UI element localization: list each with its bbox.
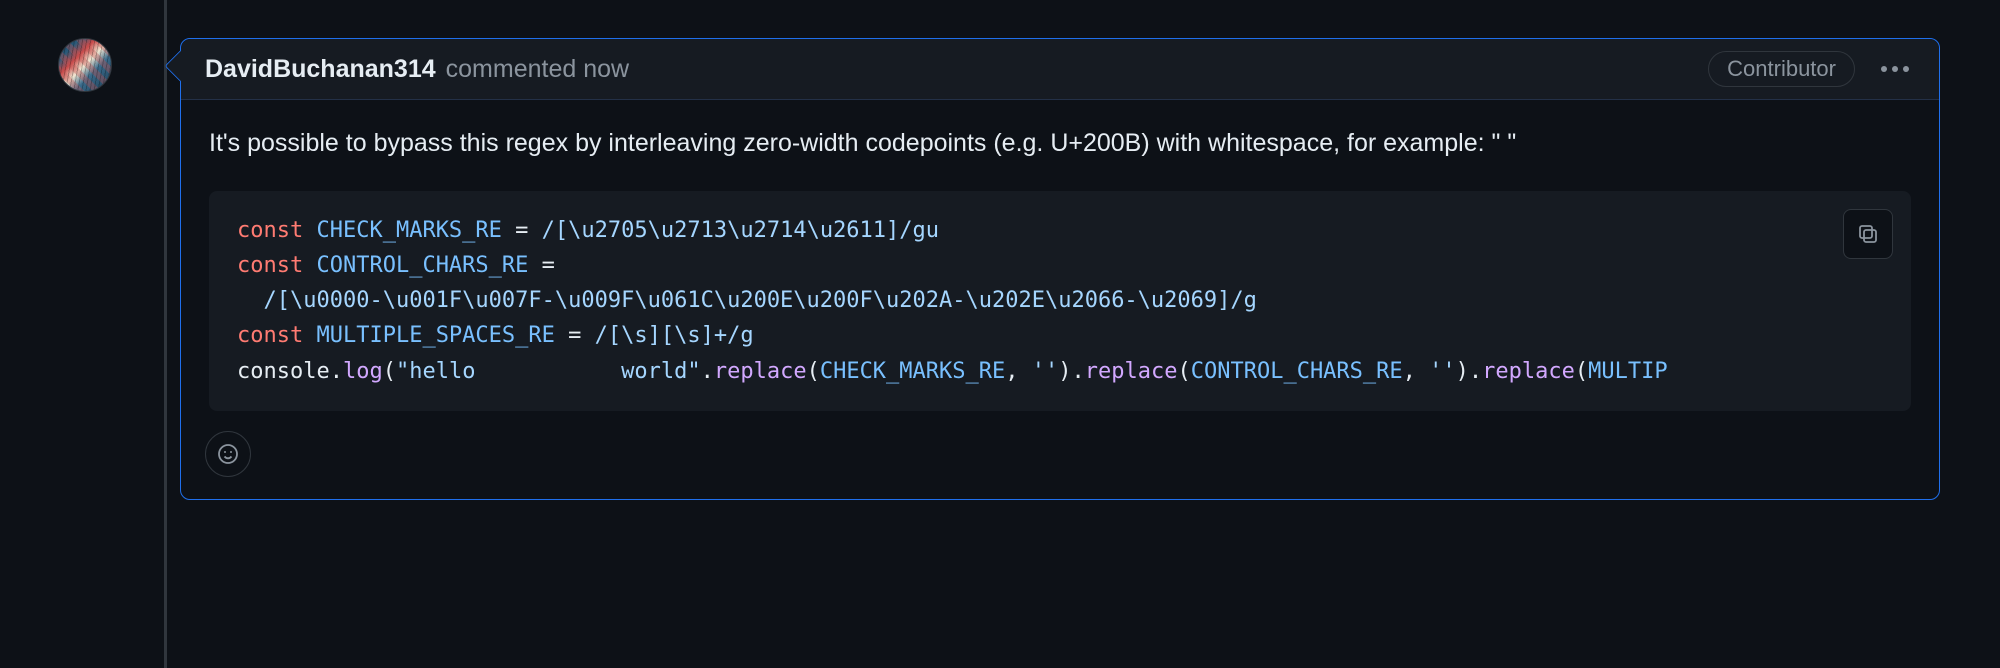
comment-footer bbox=[181, 419, 1939, 499]
smiley-icon bbox=[216, 442, 240, 466]
comment-body: It's possible to bypass this regex by in… bbox=[181, 100, 1939, 419]
commented-label: commented now bbox=[446, 55, 629, 84]
code-block: const CHECK_MARKS_RE = /[\u2705\u2713\u2… bbox=[209, 191, 1911, 411]
comment-header-right: Contributor bbox=[1708, 51, 1915, 87]
author-link[interactable]: DavidBuchanan314 bbox=[205, 55, 436, 84]
copy-button[interactable] bbox=[1843, 209, 1893, 259]
contributor-badge: Contributor bbox=[1708, 51, 1855, 87]
avatar[interactable] bbox=[58, 38, 112, 92]
comment-container: DavidBuchanan314 commented now Contribut… bbox=[180, 38, 1940, 500]
timeline-rail bbox=[164, 0, 167, 668]
comment-text: It's possible to bypass this regex by in… bbox=[209, 124, 1911, 163]
add-reaction-button[interactable] bbox=[205, 431, 251, 477]
kebab-icon[interactable] bbox=[1875, 60, 1915, 78]
code-content: const CHECK_MARKS_RE = /[\u2705\u2713\u2… bbox=[237, 213, 1883, 389]
copy-icon bbox=[1856, 222, 1880, 246]
comment-header-left: DavidBuchanan314 commented now bbox=[205, 55, 629, 84]
comment-header: DavidBuchanan314 commented now Contribut… bbox=[181, 39, 1939, 100]
